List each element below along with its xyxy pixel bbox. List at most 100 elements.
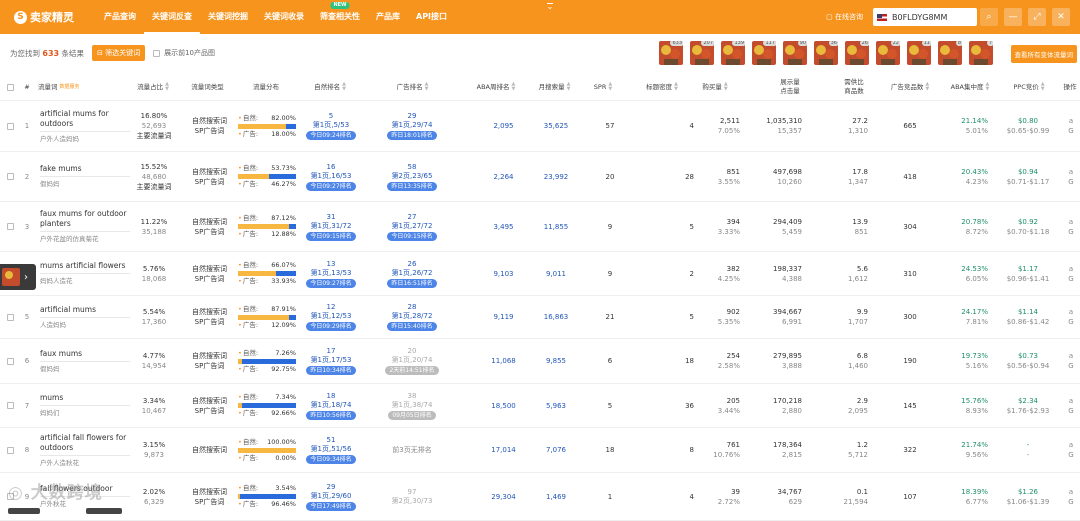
col-supply-demand[interactable]: 需供比 商品数: [826, 73, 882, 101]
amazon-link-icon[interactable]: a: [1069, 351, 1073, 361]
keyword-text[interactable]: artificial fall flowers for outdoors: [40, 433, 128, 453]
nav-relevance-check[interactable]: NEW 筛查相关性: [312, 0, 368, 34]
organic-rank-value[interactable]: 5: [329, 112, 333, 121]
google-link-icon[interactable]: G: [1068, 227, 1073, 237]
col-ad-rank[interactable]: 广告排名 ▲ ▼: [380, 73, 445, 101]
us-flag-icon[interactable]: [877, 13, 887, 21]
organic-rank-value[interactable]: 13: [327, 260, 336, 269]
ad-rank-value[interactable]: 58: [408, 163, 417, 172]
product-thumbnail[interactable]: 90: [783, 41, 807, 65]
col-organic-rank[interactable]: 自然排名 ▲ ▼: [300, 73, 360, 101]
ad-rank-value[interactable]: 27: [408, 213, 417, 222]
monthly-search-value[interactable]: 11,855: [544, 222, 569, 232]
col-aba-rank[interactable]: ABA周排名 ▲ ▼: [466, 73, 526, 101]
organic-rank-value[interactable]: 18: [327, 392, 336, 401]
amazon-link-icon[interactable]: a: [1069, 307, 1073, 317]
app-logo[interactable]: S 卖家精灵: [14, 9, 92, 25]
product-thumbnail[interactable]: 7: [969, 41, 993, 65]
keyword-text[interactable]: artificial mums for outdoors: [40, 109, 128, 129]
product-thumbnail[interactable]: 26: [845, 41, 869, 65]
col-purchases[interactable]: 购买量 ▲ ▼: [690, 73, 740, 101]
aba-rank-value[interactable]: 9,103: [493, 269, 513, 279]
row-checkbox[interactable]: [6, 446, 14, 454]
keyword-text[interactable]: faux mums: [40, 349, 82, 359]
google-link-icon[interactable]: G: [1068, 126, 1073, 136]
google-link-icon[interactable]: G: [1068, 450, 1073, 460]
col-ppc-bid[interactable]: PPC竞价 ▲ ▼: [1004, 73, 1054, 101]
row-select[interactable]: [2, 384, 18, 427]
organic-rank-value[interactable]: 12: [327, 303, 336, 312]
organic-rank-value[interactable]: 31: [327, 213, 336, 222]
monthly-search-value[interactable]: 23,992: [544, 172, 569, 182]
monthly-search-value[interactable]: 5,963: [546, 401, 566, 411]
monthly-search-value[interactable]: 9,855: [546, 356, 566, 366]
select-all-header[interactable]: [2, 73, 18, 101]
ad-rank-value[interactable]: 28: [408, 303, 417, 312]
search-button[interactable]: ⌕: [980, 8, 998, 26]
asin-input[interactable]: [892, 12, 972, 22]
keyword-text[interactable]: fake mums: [40, 164, 82, 174]
row-select[interactable]: [2, 101, 18, 151]
col-spr[interactable]: SPR ▲ ▼: [588, 73, 618, 101]
amazon-link-icon[interactable]: a: [1069, 440, 1073, 450]
select-all-checkbox[interactable]: [6, 83, 14, 91]
monthly-search-value[interactable]: 9,011: [546, 269, 566, 279]
nav-keyword-indexing[interactable]: 关键词收录: [256, 0, 312, 34]
organic-rank-value[interactable]: 16: [327, 163, 336, 172]
row-checkbox[interactable]: [6, 402, 14, 409]
product-thumbnail[interactable]: 8: [938, 41, 962, 65]
product-thumbnail[interactable]: 36: [814, 41, 838, 65]
amazon-link-icon[interactable]: a: [1069, 116, 1073, 126]
ad-rank-value[interactable]: 97: [408, 488, 417, 497]
row-checkbox[interactable]: [6, 313, 14, 321]
col-monthly-search[interactable]: 月搜索量 ▲ ▼: [527, 73, 582, 101]
col-traffic-share[interactable]: 流量占比 ▲ ▼: [128, 73, 178, 101]
aba-rank-value[interactable]: 2,264: [493, 172, 513, 182]
nav-keyword-reverse[interactable]: 关键词反查: [144, 0, 200, 34]
organic-rank-value[interactable]: 51: [327, 436, 336, 445]
row-checkbox[interactable]: [6, 122, 14, 130]
minimize-button[interactable]: —: [1004, 8, 1022, 26]
row-select[interactable]: [2, 339, 18, 383]
row-select[interactable]: [2, 202, 18, 251]
nav-keyword-mining[interactable]: 关键词挖掘: [200, 0, 256, 34]
nav-product-search[interactable]: 产品查询: [96, 0, 144, 34]
row-select[interactable]: [2, 428, 18, 472]
aba-rank-value[interactable]: 18,500: [491, 401, 516, 411]
row-select[interactable]: [2, 152, 18, 201]
product-thumbnail[interactable]: 633: [659, 41, 683, 65]
col-ad-products[interactable]: 广告竞品数 ▲ ▼: [884, 73, 936, 101]
product-thumbnail[interactable]: 207: [690, 41, 714, 65]
row-checkbox[interactable]: [6, 223, 14, 230]
ad-rank-value[interactable]: 20: [408, 347, 417, 356]
google-link-icon[interactable]: G: [1068, 317, 1073, 327]
google-link-icon[interactable]: G: [1068, 274, 1073, 284]
ad-rank-value[interactable]: 29: [408, 112, 417, 121]
organic-rank-value[interactable]: 29: [327, 483, 336, 492]
col-keyword[interactable]: 流量词 数据服务: [38, 73, 128, 101]
expand-button[interactable]: ⤢: [1028, 8, 1046, 26]
online-support-link[interactable]: ▢ 在线咨询: [826, 12, 863, 22]
top10-checkbox[interactable]: [153, 49, 161, 57]
product-thumbnail[interactable]: 11: [907, 41, 931, 65]
col-impressions-clicks[interactable]: 展示量 点击量: [760, 73, 820, 101]
amazon-link-icon[interactable]: a: [1069, 487, 1073, 497]
scrollbar-thumb[interactable]: [8, 508, 40, 514]
nav-api[interactable]: API接口: [408, 0, 455, 34]
col-aba-concentration[interactable]: ABA集中度 ▲ ▼: [942, 73, 998, 101]
ad-rank-value[interactable]: 38: [408, 392, 417, 401]
google-link-icon[interactable]: G: [1068, 406, 1073, 416]
product-thumbnail[interactable]: 22: [876, 41, 900, 65]
monthly-search-value[interactable]: 7,076: [546, 445, 566, 455]
keyword-text[interactable]: faux mums for outdoor planters: [40, 209, 128, 229]
nav-product-library[interactable]: 产品库: [368, 0, 408, 34]
amazon-link-icon[interactable]: a: [1069, 217, 1073, 227]
keyword-text[interactable]: mums artificial flowers: [40, 261, 125, 271]
aba-rank-value[interactable]: 29,304: [491, 492, 516, 502]
product-thumbnail[interactable]: 139: [721, 41, 745, 65]
row-select[interactable]: [2, 296, 18, 338]
scrollbar-thumb[interactable]: [86, 508, 122, 514]
keyword-text[interactable]: mums: [40, 393, 63, 403]
row-checkbox[interactable]: [6, 357, 14, 365]
google-link-icon[interactable]: G: [1068, 177, 1073, 187]
